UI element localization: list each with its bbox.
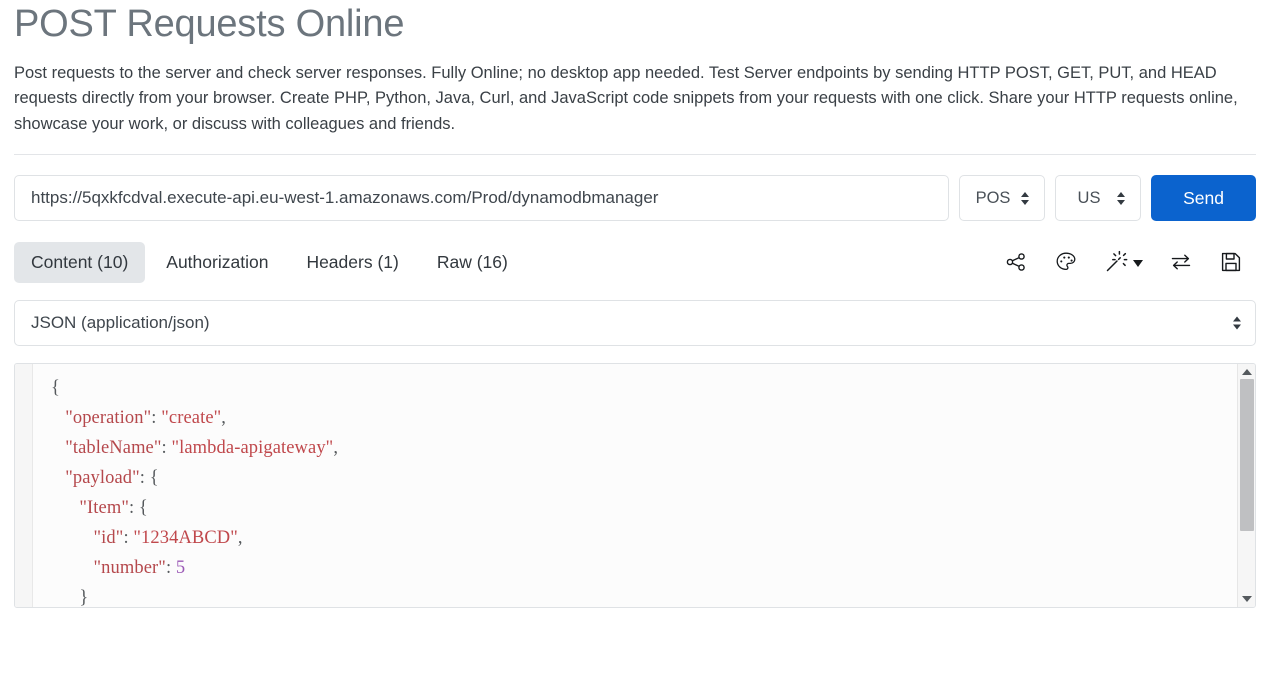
json-token-punct: } [79,588,89,608]
chevron-down-icon[interactable] [1133,259,1143,267]
editor-gutter [15,364,33,608]
tab-content[interactable]: Content (10) [14,241,146,283]
tab-raw[interactable]: Raw (16) [420,242,525,283]
magic-wand-icon [1104,250,1128,274]
editor-line: "tableName": "lambda-apigateway", [51,433,1237,463]
json-token-punct: : [151,408,162,429]
json-token-key: "tableName" [65,438,162,459]
select-caret-icon [1020,190,1029,206]
scrollbar-thumb[interactable] [1239,379,1254,532]
http-method-value: POS [975,188,1011,207]
request-body-editor[interactable]: { "operation": "create", "tableName": "l… [14,363,1256,609]
swap-arrows-icon [1169,250,1193,274]
json-token-punct: : [123,528,134,549]
share-button[interactable] [1004,250,1028,274]
json-token-punct: , [221,408,227,429]
editor-line: "Item": { [51,493,1237,523]
json-token-str: "lambda-apigateway" [171,438,334,459]
editor-toolbar [1004,250,1256,274]
json-token-punct: : [165,558,176,579]
theme-button[interactable] [1054,250,1078,274]
tab-headers[interactable]: Headers (1) [289,242,415,283]
scroll-down-icon[interactable] [1241,596,1252,603]
format-button[interactable] [1104,250,1143,274]
scrollbar-track[interactable] [1239,377,1254,594]
select-caret-icon [1233,316,1241,330]
editor-line: { [51,373,1237,403]
page-description: Post requests to the server and check se… [14,63,1238,133]
request-tabs: Content (10) Authorization Headers (1) R… [14,241,525,283]
charset-select[interactable]: US [1055,175,1141,222]
json-token-str: "create" [161,408,222,429]
editor-code-content[interactable]: { "operation": "create", "tableName": "l… [33,364,1237,607]
http-method-select[interactable]: POS [959,175,1045,222]
json-token-key: "Item" [79,498,129,519]
editor-scrollbar[interactable] [1237,364,1255,608]
save-button[interactable] [1219,250,1243,274]
content-type-select[interactable]: JSON (application/json) [14,300,1256,347]
url-input[interactable] [14,175,949,222]
json-token-punct: : { [139,468,159,489]
json-token-str: "1234ABCD" [133,528,238,549]
editor-line: "operation": "create", [51,403,1237,433]
page-title: POST Requests Online [14,3,405,45]
json-token-key: "number" [93,558,166,579]
editor-line: } [51,583,1237,607]
json-token-num: 5 [175,558,186,579]
select-caret-icon [1116,190,1125,206]
swap-button[interactable] [1169,250,1193,274]
editor-line: "id": "1234ABCD", [51,523,1237,553]
post-requests-online-page: POST Requests Online Post requests to th… [0,0,1270,678]
editor-line: "payload": { [51,463,1237,493]
header-divider [14,154,1256,156]
editor-line: "number": 5 [51,553,1237,583]
scroll-up-icon[interactable] [1241,369,1252,376]
json-token-key: "payload" [65,468,140,489]
json-token-punct: , [333,438,339,459]
send-button[interactable]: Send [1151,175,1256,222]
palette-icon [1054,250,1078,274]
tab-authorization[interactable]: Authorization [149,242,285,283]
json-token-punct: , [237,528,243,549]
content-type-value: JSON (application/json) [31,313,210,333]
share-icon [1004,250,1028,274]
json-token-key: "id" [93,528,124,549]
request-bar: POS US Send [14,175,1256,222]
json-token-punct: : [161,438,172,459]
save-floppy-icon [1219,250,1243,274]
tabs-toolbar-row: Content (10) Authorization Headers (1) R… [14,240,1256,284]
json-token-key: "operation" [65,408,152,429]
json-token-punct: : { [128,498,148,519]
json-token-punct: { [51,378,60,399]
charset-value: US [1077,188,1101,207]
